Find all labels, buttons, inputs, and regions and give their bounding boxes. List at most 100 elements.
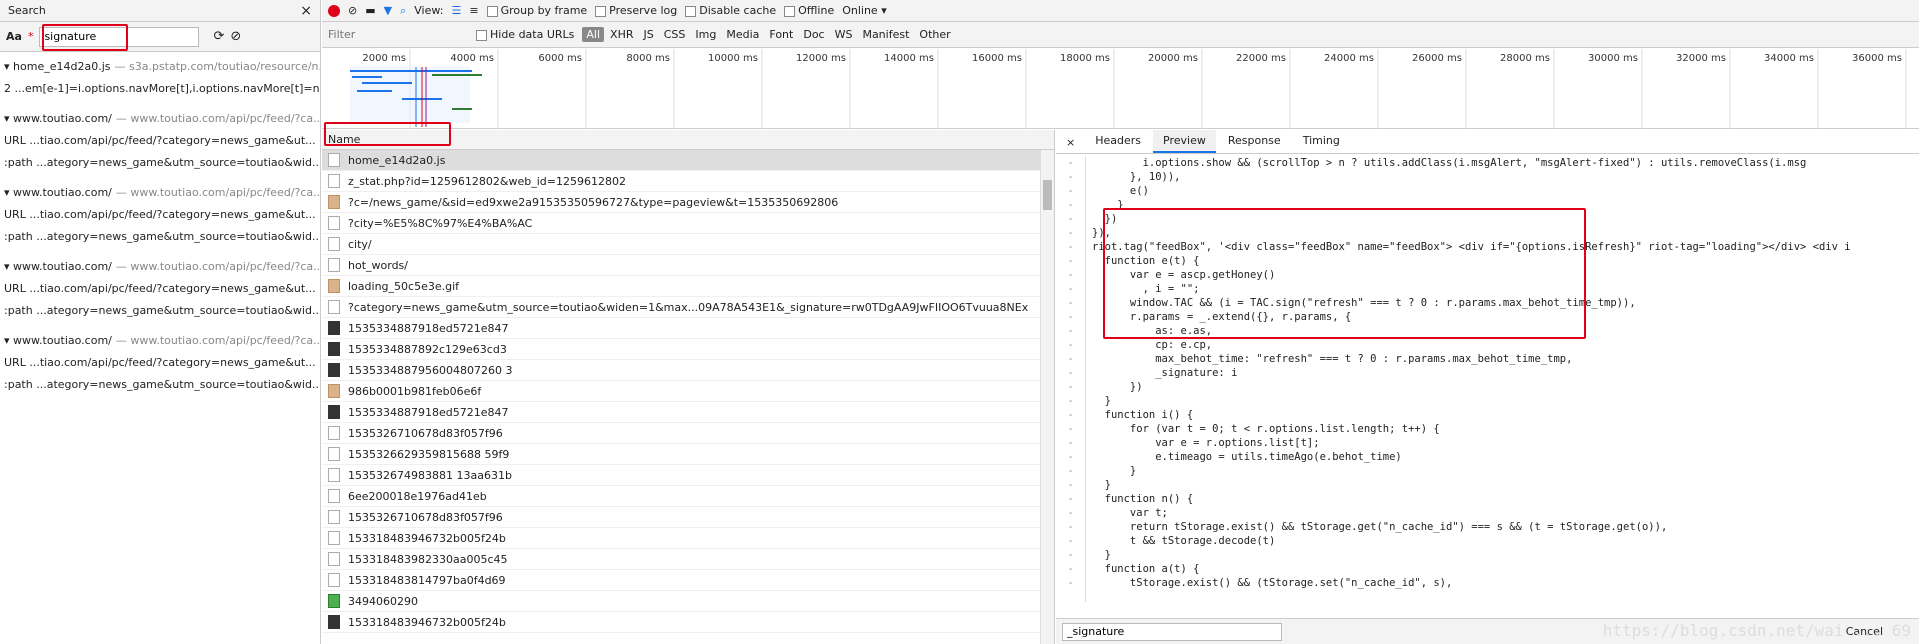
request-row[interactable]: 1535334887918ed5721e847 [322, 318, 1054, 339]
path-text: ...ategory=news_game&utm_source=toutiao&… [36, 304, 320, 317]
request-row[interactable]: 1535334887956004807260 3 [322, 360, 1054, 381]
request-row[interactable]: ?city=%E5%8C%97%E4%BA%AC [322, 213, 1054, 234]
timeline-label: 12000 ms [796, 53, 846, 64]
result-url-line[interactable]: URL ...tiao.com/api/pc/feed/?category=ne… [0, 352, 320, 374]
type-filter-all[interactable]: All [582, 27, 605, 42]
result-file[interactable]: ▾ www.toutiao.com/— www.toutiao.com/api/… [0, 108, 320, 130]
file-icon [328, 615, 340, 629]
request-row[interactable]: loading_50c5e3e.gif [322, 276, 1054, 297]
clear-icon[interactable]: ⊘ [348, 4, 357, 17]
request-name: 153532674983881 13aa631b [348, 468, 512, 482]
request-row[interactable]: 1535334887918ed5721e847 [322, 402, 1054, 423]
timeline-label: 34000 ms [1764, 53, 1814, 64]
request-row[interactable]: 1535334887892c129e63cd3 [322, 339, 1054, 360]
result-url-line[interactable]: URL ...tiao.com/api/pc/feed/?category=ne… [0, 278, 320, 300]
result-path-line[interactable]: :path ...ategory=news_game&utm_source=to… [0, 226, 320, 248]
result-url-line[interactable]: URL ...tiao.com/api/pc/feed/?category=ne… [0, 204, 320, 226]
list-view-icon[interactable]: ☰ [451, 4, 461, 17]
result-file[interactable]: ▾ www.toutiao.com/— www.toutiao.com/api/… [0, 330, 320, 352]
search-result-group[interactable]: ▾ home_e14d2a0.js — s3a.pstatp.com/toutia… [0, 56, 320, 100]
path-text: ...ategory=news_game&utm_source=toutiao&… [36, 378, 320, 391]
search-input[interactable] [39, 26, 200, 47]
request-row[interactable]: 153318483946732b005f24b [322, 528, 1054, 549]
request-row[interactable]: 1535326710678d83f057f96 [322, 507, 1054, 528]
search-result-group[interactable]: ▾ www.toutiao.com/— www.toutiao.com/api/… [0, 256, 320, 322]
hide-data-urls-checkbox[interactable]: Hide data URLs [476, 28, 574, 41]
result-path-line[interactable]: :path ...ategory=news_game&utm_source=to… [0, 374, 320, 396]
request-row[interactable]: city/ [322, 234, 1054, 255]
result-path-line[interactable]: :path ...ategory=news_game&utm_source=to… [0, 300, 320, 322]
code-line: function a(t) { [1092, 563, 1200, 575]
type-filter-img[interactable]: Img [691, 27, 720, 42]
file-icon [328, 573, 340, 587]
filter-icon[interactable]: ▼ [384, 4, 392, 17]
request-row[interactable]: hot_words/ [322, 255, 1054, 276]
tab-timing[interactable]: Timing [1293, 130, 1350, 153]
request-row[interactable]: 153318483982330aa005c45 [322, 549, 1054, 570]
result-file[interactable]: ▾ home_e14d2a0.js — s3a.pstatp.com/toutia… [0, 56, 320, 78]
type-filter-ws[interactable]: WS [831, 27, 857, 42]
request-row[interactable]: 6ee200018e1976ad41eb [322, 486, 1054, 507]
video-icon[interactable]: ▬ [365, 4, 375, 17]
type-filter-doc[interactable]: Doc [799, 27, 828, 42]
type-filter-js[interactable]: JS [640, 27, 658, 42]
code-line: as: e.as, [1092, 325, 1213, 337]
tab-response[interactable]: Response [1218, 130, 1291, 153]
preserve-log-checkbox[interactable]: Preserve log [595, 4, 677, 17]
request-row[interactable]: 986b0001b981feb06e6f [322, 381, 1054, 402]
result-file[interactable]: ▾ www.toutiao.com/— www.toutiao.com/api/… [0, 182, 320, 204]
request-row[interactable]: 1535326629359815688 59f9 [322, 444, 1054, 465]
search-result-group[interactable]: ▾ www.toutiao.com/— www.toutiao.com/api/… [0, 182, 320, 248]
match-case-toggle[interactable]: Aa [6, 30, 22, 43]
filter-input[interactable] [328, 25, 468, 44]
request-row[interactable]: z_stat.php?id=1259612802&web_id=12596128… [322, 171, 1054, 192]
type-filter-font[interactable]: Font [765, 27, 797, 42]
request-row[interactable]: home_e14d2a0.js [322, 150, 1054, 171]
code-line: window.TAC && (i = TAC.sign("refresh" ==… [1092, 297, 1636, 309]
request-row[interactable]: 153318483946732b005f24b [322, 612, 1054, 633]
list-scrollbar[interactable] [1040, 150, 1054, 644]
close-search-icon[interactable]: × [300, 3, 312, 19]
type-filter-media[interactable]: Media [722, 27, 763, 42]
tab-preview[interactable]: Preview [1153, 130, 1216, 153]
request-name: 153318483982330aa005c45 [348, 552, 508, 566]
offline-checkbox[interactable]: Offline [784, 4, 834, 17]
file-icon [328, 426, 340, 440]
type-filter-other[interactable]: Other [915, 27, 954, 42]
refresh-icon[interactable]: ⟳ [213, 29, 224, 44]
tab-headers[interactable]: Headers [1085, 130, 1151, 153]
timeline-label: 26000 ms [1412, 53, 1462, 64]
code-line: _signature: i [1092, 367, 1238, 379]
request-row[interactable]: ?c=/news_game/&sid=ed9xwe2a9153535059672… [322, 192, 1054, 213]
disable-cache-checkbox[interactable]: Disable cache [685, 4, 776, 17]
code-line: e.timeago = utils.timeAgo(e.behot_time) [1092, 451, 1402, 463]
match-text: ...em[e-1]=i.options.navMore[t],i.option… [14, 82, 321, 95]
request-row[interactable]: ?category=news_game&utm_source=toutiao&w… [322, 297, 1054, 318]
waterfall-icon[interactable]: ≡ [469, 4, 478, 17]
timeline-label: 6000 ms [538, 53, 582, 64]
result-match-line[interactable]: 2 ...em[e-1]=i.options.navMore[t],i.opti… [0, 78, 320, 100]
request-row[interactable]: 153532674983881 13aa631b [322, 465, 1054, 486]
find-input[interactable] [1062, 622, 1282, 641]
clear-icon[interactable]: ⊘ [230, 29, 241, 44]
type-filter-css[interactable]: CSS [660, 27, 690, 42]
request-name: 6ee200018e1976ad41eb [348, 489, 487, 503]
result-path-line[interactable]: :path ...ategory=news_game&utm_source=to… [0, 152, 320, 174]
group-by-frame-checkbox[interactable]: Group by frame [486, 4, 587, 17]
result-file[interactable]: ▾ www.toutiao.com/— www.toutiao.com/api/… [0, 256, 320, 278]
type-filter-xhr[interactable]: XHR [606, 27, 637, 42]
record-icon[interactable] [328, 4, 340, 17]
timeline-label: 24000 ms [1324, 53, 1374, 64]
result-url-line[interactable]: URL ...tiao.com/api/pc/feed/?category=ne… [0, 130, 320, 152]
search-icon[interactable]: ⌕ [400, 4, 406, 18]
close-detail-icon[interactable]: × [1060, 132, 1081, 153]
request-row[interactable]: 1535326710678d83f057f96 [322, 423, 1054, 444]
type-filter-manifest[interactable]: Manifest [858, 27, 913, 42]
search-result-group[interactable]: ▾ www.toutiao.com/— www.toutiao.com/api/… [0, 330, 320, 396]
request-row[interactable]: 3494060290 [322, 591, 1054, 612]
search-result-group[interactable]: ▾ www.toutiao.com/— www.toutiao.com/api/… [0, 108, 320, 174]
regex-icon[interactable]: * [28, 30, 34, 43]
throttle-select[interactable]: Online ▾ [842, 4, 887, 17]
request-row[interactable]: 153318483814797ba0f4d69 [322, 570, 1054, 591]
name-column-header[interactable]: Name [322, 130, 1054, 150]
